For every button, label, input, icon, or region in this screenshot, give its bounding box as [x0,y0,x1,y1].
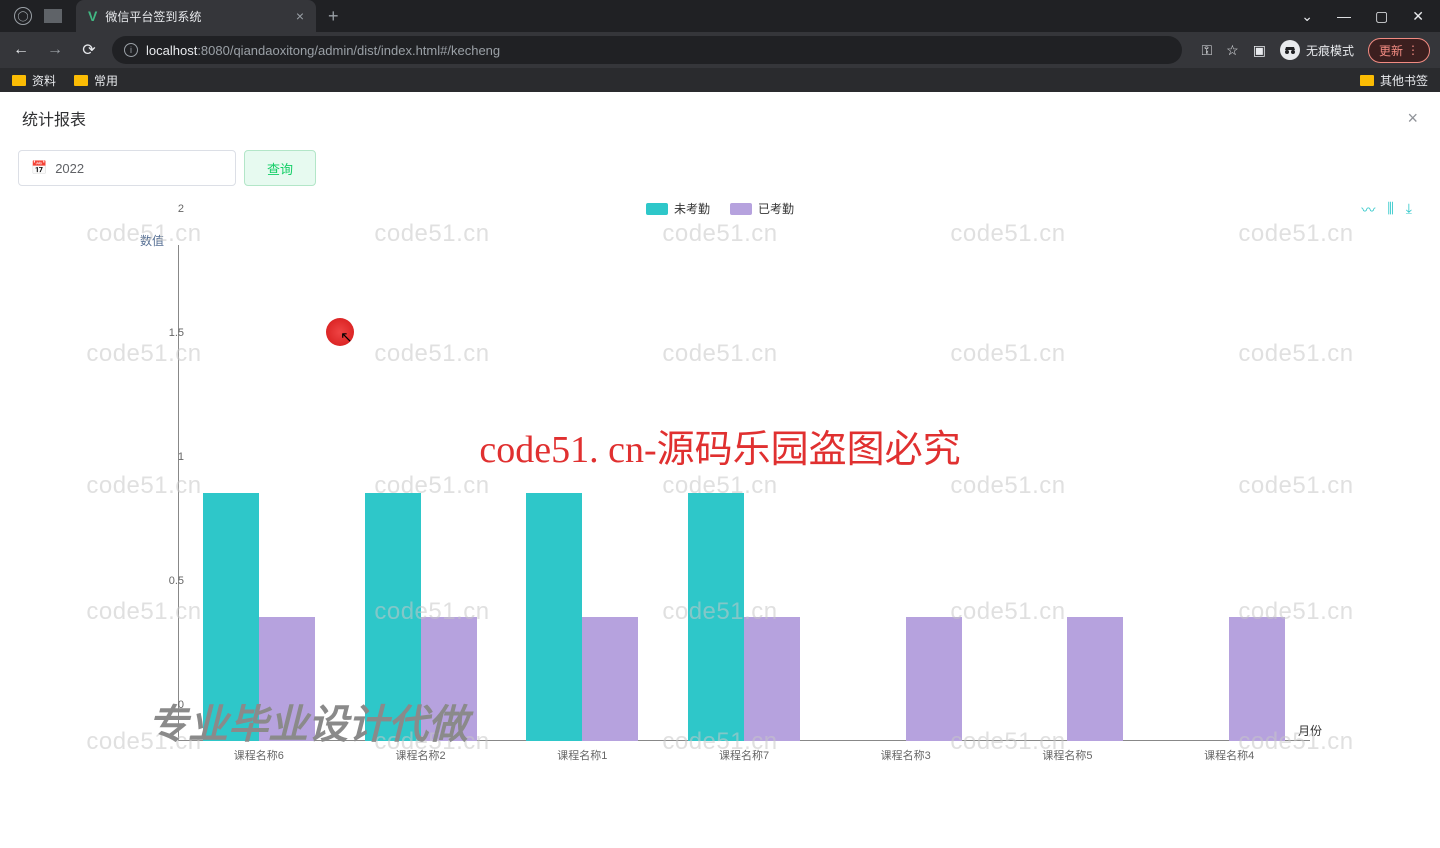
y-tick: 2 [178,203,184,215]
legend-item-2[interactable]: 已考勤 [730,200,794,217]
url-text: localhost:8080/qiandaoxitong/admin/dist/… [146,43,500,58]
chart-toolbox: 〰 ⫼ ⤓ [1361,200,1412,220]
toolbox-bar-icon[interactable]: ⫼ [1387,200,1393,220]
site-info-icon[interactable]: i [124,43,138,57]
bar[interactable] [744,617,800,741]
legend-item-1[interactable]: 未考勤 [646,200,710,217]
modal-close-icon[interactable]: × [1407,108,1418,129]
page-content: 统计报表 × 📅 2022 查询 未考勤 已考勤 〰 ⫼ ⤓ 数值 00.511… [0,92,1440,848]
modal-header: 统计报表 × [0,92,1440,140]
x-tick-label: 课程名称3 [881,747,931,763]
bar-group: 课程名称7 [663,245,825,741]
year-value: 2022 [55,161,84,176]
x-tick-label: 课程名称7 [719,747,769,763]
new-tab-button[interactable]: + [328,6,339,27]
modal-title: 统计报表 [22,106,86,130]
maximize-icon[interactable]: ▢ [1375,8,1388,25]
bar[interactable] [526,493,582,741]
vue-favicon-icon: V [88,8,97,24]
bar-group: 课程名称6 [178,245,340,741]
reload-button[interactable]: ⟳ [78,40,100,60]
bar[interactable] [1067,617,1123,741]
window-controls: ⌄ — ▢ ✕ [1301,8,1440,25]
bar[interactable] [1229,617,1285,741]
menu-dots-icon: ⋮ [1407,43,1419,57]
year-picker[interactable]: 📅 2022 [18,150,236,186]
legend-swatch-icon [646,203,668,215]
forward-button[interactable]: → [44,41,66,59]
x-axis-title: 月份 [1298,722,1322,739]
x-tick-label: 课程名称4 [1204,747,1254,763]
incognito-icon [1280,40,1300,60]
bar[interactable] [582,617,638,741]
chart-container: 未考勤 已考勤 〰 ⫼ ⤓ 数值 00.511.52 课程名称6课程名称2课程名… [0,192,1440,765]
system-icon: ◯ [14,7,32,25]
bar[interactable] [906,617,962,741]
bar-group: 课程名称5 [987,245,1149,741]
close-window-icon[interactable]: ✕ [1412,8,1424,25]
calendar-icon: 📅 [31,160,47,176]
bar[interactable] [259,617,315,741]
bar-group: 课程名称3 [825,245,987,741]
x-tick-label: 课程名称5 [1042,747,1092,763]
bookmark-other[interactable]: 其他书签 [1360,72,1428,89]
tab-title: 微信平台签到系统 [105,8,287,25]
incognito-indicator: 无痕模式 [1280,40,1354,60]
legend-swatch-icon [730,203,752,215]
star-icon[interactable]: ☆ [1226,42,1239,59]
bookmarks-bar: 资料 常用 其他书签 [0,68,1440,92]
window-box-icon [44,9,62,23]
toolbox-download-icon[interactable]: ⤓ [1406,200,1412,220]
bookmark-folder-1[interactable]: 资料 [12,72,56,89]
bar-group: 课程名称4 [1148,245,1310,741]
bar[interactable] [203,493,259,741]
bar-group: 课程名称1 [501,245,663,741]
browser-chrome: ◯ V 微信平台签到系统 × + ⌄ — ▢ ✕ ← → ⟳ i localho… [0,0,1440,92]
bars-area: 课程名称6课程名称2课程名称1课程名称7课程名称3课程名称5课程名称4 [178,245,1310,741]
chart-plot: 00.511.52 课程名称6课程名称2课程名称1课程名称7课程名称3课程名称5… [170,245,1310,765]
tab-strip: ◯ V 微信平台签到系统 × + ⌄ — ▢ ✕ [0,0,1440,32]
x-tick-label: 课程名称2 [396,747,446,763]
bar-group: 课程名称2 [340,245,502,741]
bar[interactable] [688,493,744,741]
key-icon[interactable]: ⚿ [1202,42,1213,59]
folder-icon [1360,75,1374,86]
bookmark-folder-2[interactable]: 常用 [74,72,118,89]
panel-icon[interactable]: ▣ [1253,42,1266,59]
x-tick-label: 课程名称6 [234,747,284,763]
folder-icon [12,75,26,86]
bar[interactable] [365,493,421,741]
chevron-down-icon[interactable]: ⌄ [1301,8,1313,25]
browser-tab[interactable]: V 微信平台签到系统 × [76,0,316,32]
query-toolbar: 📅 2022 查询 [0,140,1440,192]
back-button[interactable]: ← [10,41,32,59]
tab-close-icon[interactable]: × [296,8,304,24]
chart-legend: 未考勤 已考勤 [20,200,1420,217]
minimize-icon[interactable]: — [1337,8,1351,25]
folder-icon [74,75,88,86]
address-bar-right: ⚿ ☆ ▣ 无痕模式 更新 ⋮ [1194,38,1430,63]
query-button[interactable]: 查询 [244,150,316,186]
toolbox-line-icon[interactable]: 〰 [1361,200,1375,220]
bar[interactable] [421,617,477,741]
x-tick-label: 课程名称1 [557,747,607,763]
update-button[interactable]: 更新 ⋮ [1368,38,1430,63]
url-input[interactable]: i localhost:8080/qiandaoxitong/admin/dis… [112,36,1182,64]
address-bar: ← → ⟳ i localhost:8080/qiandaoxitong/adm… [0,32,1440,68]
